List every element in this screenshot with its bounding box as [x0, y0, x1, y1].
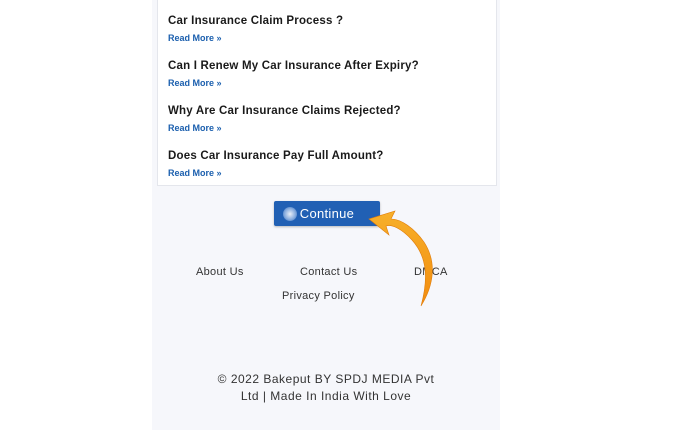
article-title[interactable]: Why Are Car Insurance Claims Rejected?: [168, 105, 401, 117]
continue-button[interactable]: Continue: [274, 201, 380, 226]
copyright-line: © 2022 Bakeput BY SPDJ MEDIA Pvt: [217, 372, 435, 386]
article-item: Why Are Car Insurance Claims Rejected? R…: [168, 105, 401, 133]
continue-button-label: Continue: [299, 206, 355, 221]
article-title[interactable]: Car Insurance Claim Process ?: [168, 15, 343, 27]
cursor-highlight-icon: [283, 207, 297, 221]
read-more-link[interactable]: Read More »: [168, 168, 384, 178]
copyright-text: © 2022 Bakeput BY SPDJ MEDIA Pvt Ltd | M…: [152, 371, 500, 405]
footer-link-privacy[interactable]: Privacy Policy: [282, 290, 355, 302]
article-item: Car Insurance Claim Process ? Read More …: [168, 15, 343, 43]
read-more-link[interactable]: Read More »: [168, 33, 343, 43]
page-column: Car Insurance Claim Process ? Read More …: [152, 0, 500, 430]
related-articles-card: Car Insurance Claim Process ? Read More …: [157, 0, 497, 186]
article-item: Can I Renew My Car Insurance After Expir…: [168, 60, 419, 88]
read-more-link[interactable]: Read More »: [168, 123, 401, 133]
footer-link-contact[interactable]: Contact Us: [300, 266, 357, 278]
footer-link-about[interactable]: About Us: [196, 266, 244, 278]
footer-link-dmca[interactable]: DMCA: [414, 266, 448, 278]
article-title[interactable]: Can I Renew My Car Insurance After Expir…: [168, 60, 419, 72]
read-more-link[interactable]: Read More »: [168, 78, 419, 88]
copyright-line: Ltd | Made In India With Love: [240, 389, 412, 403]
article-title[interactable]: Does Car Insurance Pay Full Amount?: [168, 150, 384, 162]
article-item: Does Car Insurance Pay Full Amount? Read…: [168, 150, 384, 178]
